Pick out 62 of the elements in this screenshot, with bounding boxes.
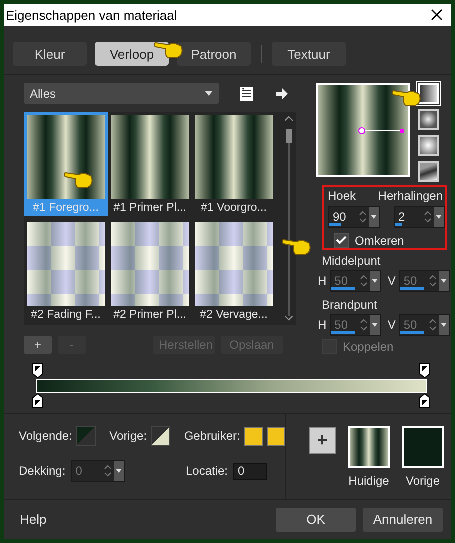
field-label: Herhalingen — [378, 189, 443, 203]
color-label: Vorige: — [110, 429, 148, 443]
pointing-hand-icon — [282, 237, 312, 256]
gradient-style-button[interactable] — [418, 161, 439, 182]
gradient-stop-marker[interactable] — [419, 393, 431, 409]
gradient-stop-marker[interactable] — [419, 363, 431, 379]
section-label: Middelpunt — [321, 254, 382, 268]
caret-icon[interactable] — [436, 215, 442, 219]
tab[interactable]: Textuur — [272, 42, 346, 66]
color-label: Volgende: — [19, 429, 72, 443]
checkbox-label: Omkeren — [355, 234, 404, 248]
list-icon[interactable] — [239, 86, 255, 102]
color-swatch[interactable] — [76, 426, 96, 446]
pointing-hand-icon — [392, 88, 422, 107]
spin-arrows-icon[interactable] — [358, 210, 366, 224]
field-label: Locatie: — [186, 464, 228, 478]
color-swatch[interactable] — [151, 426, 170, 446]
direction-handle[interactable] — [358, 127, 406, 135]
checkbox-label: Koppelen — [343, 340, 394, 354]
field-label: V — [388, 274, 396, 288]
location-field[interactable]: 0 — [233, 462, 267, 480]
material-swatch[interactable] — [348, 426, 390, 468]
pointing-hand-icon — [64, 170, 94, 189]
tab[interactable]: Kleur — [13, 42, 87, 66]
caret-icon[interactable] — [370, 215, 376, 219]
window-title: Eigenschappen van materiaal — [6, 8, 178, 22]
checkbox[interactable] — [334, 233, 349, 248]
ok-button[interactable]: OK — [276, 508, 356, 532]
gradient-bar[interactable] — [36, 379, 427, 393]
swatch-label: Huidige — [348, 474, 390, 488]
swatch-label: Vorige — [406, 474, 440, 488]
close-icon[interactable] — [431, 9, 443, 21]
chevron-up-icon[interactable] — [285, 116, 293, 121]
field-label: Hoek — [328, 189, 356, 203]
caret-icon[interactable] — [205, 91, 213, 96]
gradient-style-button[interactable] — [418, 109, 439, 130]
spin-arrows-icon[interactable] — [424, 210, 432, 224]
stop-button[interactable]: + — [24, 336, 52, 354]
cancel-button[interactable]: Annuleren — [363, 508, 443, 532]
arrow-right-icon[interactable] — [275, 86, 289, 100]
add-swatch-button[interactable]: + — [309, 427, 336, 454]
color-swatch[interactable] — [266, 426, 285, 446]
category-dropdown[interactable]: Alles — [24, 83, 219, 104]
section-label: Brandpunt — [321, 298, 378, 312]
tab[interactable]: Patroon — [177, 42, 251, 66]
field-label: H — [318, 274, 327, 288]
tab[interactable]: Verloop — [95, 42, 169, 66]
field-label: Dekking: — [19, 464, 66, 478]
gradient-stop-marker[interactable] — [32, 393, 44, 409]
angle-field[interactable]: 90 — [328, 206, 380, 228]
gradient-preview[interactable] — [316, 83, 410, 177]
scrollbar-thumb[interactable] — [286, 129, 292, 143]
color-swatch[interactable] — [244, 426, 263, 446]
repeats-field[interactable]: 2 — [394, 206, 445, 228]
field-label: V — [388, 318, 396, 332]
pointing-hand-icon — [154, 40, 184, 59]
material-swatch[interactable] — [402, 426, 444, 468]
field-label: H — [318, 318, 327, 332]
gradient-stop-marker[interactable] — [32, 363, 44, 379]
color-label: Gebruiker: — [184, 429, 240, 443]
help-button[interactable]: Help — [20, 508, 47, 532]
chevron-down-icon[interactable] — [285, 316, 293, 321]
